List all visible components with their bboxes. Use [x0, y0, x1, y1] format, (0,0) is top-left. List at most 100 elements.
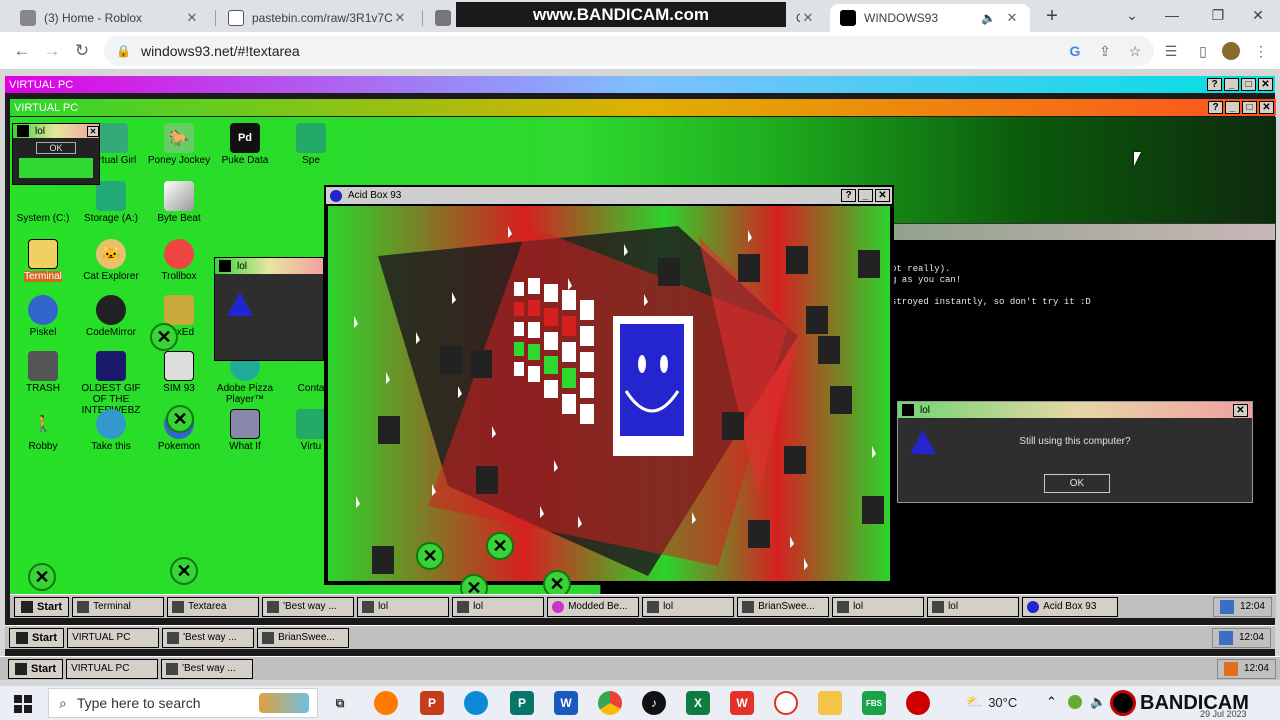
terminal-icon[interactable]: Terminal	[10, 239, 76, 282]
codemirror-icon[interactable]: CodeMirror	[78, 295, 144, 338]
x-bubble-icon[interactable]: ✕	[170, 557, 198, 585]
tab-other[interactable]: OT ✕	[786, 4, 826, 32]
help-icon[interactable]: ?	[1208, 101, 1223, 114]
outer-virtual-pc-titlebar[interactable]: VIRTUAL PC ? _ □ ✕	[5, 76, 1275, 93]
task-best-way[interactable]: 'Best way ...	[161, 658, 254, 679]
close-icon[interactable]: ✕	[800, 10, 816, 26]
storage-a-icon[interactable]: Storage (A:)	[78, 181, 144, 224]
record-icon[interactable]	[906, 691, 930, 715]
close-window-icon[interactable]: ✕	[1236, 0, 1280, 30]
close-icon[interactable]: ✕	[875, 189, 890, 202]
x-bubble-icon[interactable]: ✕	[28, 563, 56, 591]
close-icon[interactable]: ✕	[184, 10, 200, 26]
help-icon[interactable]: ?	[1207, 78, 1222, 91]
task-brianswee[interactable]: BrianSwee...	[737, 596, 830, 617]
share-icon[interactable]: ⇪	[1096, 42, 1114, 60]
publisher-icon[interactable]: P	[510, 691, 534, 715]
window-titlebar[interactable]: lol	[215, 258, 323, 274]
window-titlebar[interactable]: lol ✕	[898, 402, 1252, 418]
task-virtual-pc[interactable]: VIRTUAL PC	[66, 658, 159, 679]
google-icon[interactable]: G	[1066, 42, 1084, 60]
take-this-icon[interactable]: Take this	[78, 409, 144, 452]
trollbox-icon[interactable]: Trollbox	[146, 239, 212, 282]
firefox-icon[interactable]	[374, 691, 398, 715]
word-icon[interactable]: W	[554, 691, 578, 715]
task-textarea[interactable]: Textarea	[167, 596, 260, 617]
windows-start-icon[interactable]	[14, 695, 32, 713]
minimize-icon[interactable]: —	[1150, 0, 1194, 30]
file-explorer-icon[interactable]	[818, 691, 842, 715]
minimize-icon[interactable]: _	[858, 189, 873, 202]
inner-virtual-pc-titlebar[interactable]: VIRTUAL PC ? _ □ ✕	[10, 99, 1276, 116]
task-brianswee[interactable]: BrianSwee...	[257, 627, 350, 648]
tray-chevron-icon[interactable]: ⌃	[1046, 694, 1057, 710]
task-best-way[interactable]: 'Best way ...	[162, 627, 255, 648]
start-button[interactable]: Start	[14, 596, 70, 617]
start-button[interactable]: Start	[8, 658, 64, 679]
puke-data-icon[interactable]: Pd Puke Data	[212, 123, 278, 166]
restore-icon[interactable]: ❐	[1196, 0, 1240, 30]
task-best-way[interactable]: 'Best way ...	[262, 596, 355, 617]
tab-windows93[interactable]: WINDOWS93 🔈 ✕	[830, 4, 1030, 32]
system-c-icon[interactable]: System (C:)	[10, 181, 76, 224]
profile-avatar[interactable]	[1222, 42, 1240, 60]
rss-icon[interactable]	[1223, 661, 1238, 676]
back-icon[interactable]: ←	[10, 39, 34, 63]
task-lol[interactable]: lol	[357, 596, 450, 617]
tab-pastebin[interactable]: pastebin.com/raw/3R1v7Cs1 ✕	[218, 4, 418, 32]
close-icon[interactable]: ✕	[1004, 10, 1020, 26]
excel-icon[interactable]: X	[686, 691, 710, 715]
fbs-icon[interactable]: FBS	[862, 691, 886, 715]
close-icon[interactable]: ✕	[87, 125, 99, 137]
task-modded[interactable]: Modded Be...	[547, 596, 640, 617]
spe-icon[interactable]: Spe	[278, 123, 344, 166]
mini-lol-window[interactable]: lol ✕ OK	[12, 123, 100, 185]
sim93-icon[interactable]: SIM 93	[146, 351, 212, 394]
acid-animation-canvas[interactable]	[328, 206, 890, 581]
weather-widget[interactable]: ⛅ 30°C	[966, 694, 1017, 710]
maximize-icon[interactable]: □	[1241, 78, 1256, 91]
close-icon[interactable]: ✕	[1259, 101, 1274, 114]
trash-icon[interactable]: TRASH	[10, 351, 76, 394]
cat-explorer-icon[interactable]: 🐱 Cat Explorer	[78, 239, 144, 282]
acid-box-window[interactable]: Acid Box 93 ? _ ✕	[324, 185, 894, 585]
speaker-icon[interactable]: 🔈	[981, 11, 996, 25]
minimize-icon[interactable]: _	[1224, 78, 1239, 91]
opera-icon[interactable]	[774, 691, 798, 715]
address-bar[interactable]: 🔒 windows93.net/#!textarea	[104, 36, 1154, 66]
help-icon[interactable]: ?	[841, 189, 856, 202]
tray-app-icon[interactable]	[1068, 695, 1082, 709]
task-lol[interactable]: lol	[832, 596, 925, 617]
task-lol[interactable]: lol	[927, 596, 1020, 617]
rss-icon[interactable]	[1218, 630, 1233, 645]
x-bubble-icon[interactable]: ✕	[150, 323, 178, 351]
maximize-icon[interactable]: □	[1242, 101, 1257, 114]
chrome-icon[interactable]	[598, 691, 622, 715]
tab-unknown[interactable]: (	[425, 4, 457, 32]
volume-icon[interactable]: 🔈	[1090, 694, 1106, 710]
reload-icon[interactable]: ↻	[70, 39, 94, 63]
task-lol[interactable]: lol	[642, 596, 735, 617]
still-using-dialog[interactable]: lol ✕ Still using this computer? OK	[897, 401, 1253, 503]
task-view-icon[interactable]: ⧉	[328, 691, 352, 715]
poney-jockey-icon[interactable]: 🐎 Poney Jockey	[146, 123, 212, 166]
wps-icon[interactable]: W	[730, 691, 754, 715]
what-if-icon[interactable]: What If	[212, 409, 278, 452]
new-tab-button[interactable]: +	[1040, 4, 1064, 28]
edge-icon[interactable]	[464, 691, 488, 715]
window-titlebar[interactable]: lol ✕	[13, 124, 99, 138]
byte-beat-icon[interactable]: Byte Beat	[146, 181, 212, 224]
piskel-icon[interactable]: Piskel	[10, 295, 76, 338]
close-icon[interactable]: ✕	[1233, 403, 1248, 417]
task-virtual-pc[interactable]: VIRTUAL PC	[67, 627, 160, 648]
lol-window[interactable]: lol	[214, 257, 324, 361]
reading-list-icon[interactable]: ☰	[1162, 42, 1180, 60]
x-bubble-icon[interactable]: ✕	[416, 542, 444, 570]
taskbar-search-box[interactable]: ⌕ Type here to search	[48, 688, 318, 718]
powerpoint-icon[interactable]: P	[420, 691, 444, 715]
bookmark-star-icon[interactable]: ☆	[1126, 42, 1144, 60]
side-panel-icon[interactable]: ▯	[1194, 42, 1212, 60]
minimize-icon[interactable]: _	[1225, 101, 1240, 114]
window-titlebar[interactable]: Acid Box 93 ? _ ✕	[326, 187, 892, 204]
oldest-gif-icon[interactable]: OLDEST GIF OF THE INTERWEBZ	[78, 351, 144, 416]
